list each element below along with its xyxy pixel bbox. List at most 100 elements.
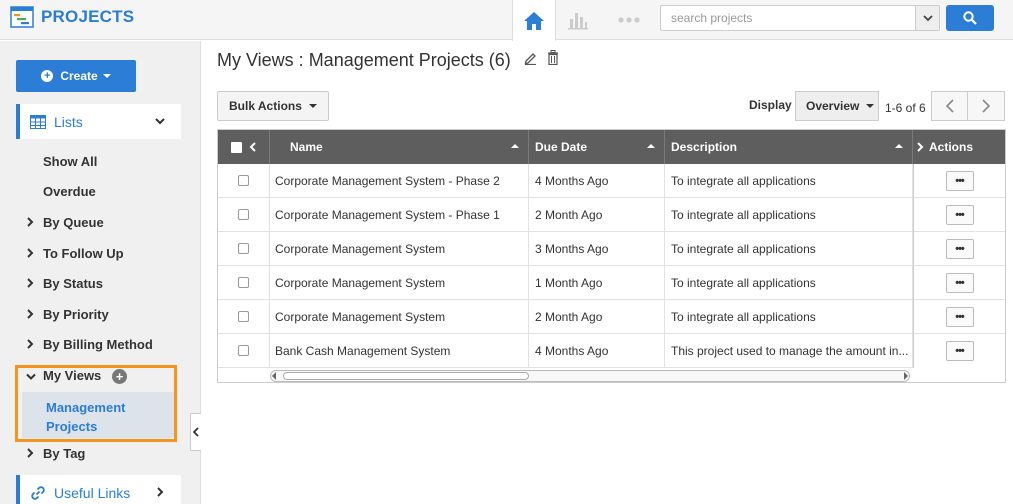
column-header-actions: Actions: [913, 130, 1005, 164]
row-actions-button[interactable]: •••: [945, 272, 974, 293]
row-checkbox[interactable]: [238, 277, 249, 288]
collapse-sidebar-button[interactable]: [190, 413, 201, 451]
chevron-down-icon: [922, 14, 933, 21]
display-mode-value: Overview: [806, 99, 860, 113]
chevron-right-icon: [27, 217, 34, 227]
sidebar-item-to-follow-up[interactable]: To Follow Up: [43, 246, 124, 261]
chevron-right-icon: [27, 339, 34, 349]
create-button[interactable]: + Create: [16, 60, 136, 92]
sort-ascending-icon: [647, 144, 655, 148]
sidebar-item-overdue[interactable]: Overdue: [43, 184, 96, 199]
sidebar-item-by-priority[interactable]: By Priority: [43, 307, 109, 322]
scrollbar-thumb[interactable]: [283, 372, 529, 380]
row-description: This project used to manage the amount i…: [665, 334, 913, 367]
sidebar-item-show-all[interactable]: Show All: [43, 154, 97, 169]
row-select-cell: [218, 232, 270, 265]
table-row[interactable]: Corporate Management System - Phase 2 4 …: [218, 164, 1005, 198]
column-header-due-date[interactable]: Due Date: [529, 130, 665, 164]
row-checkbox[interactable]: [238, 345, 249, 356]
chevron-right-icon: [27, 309, 34, 319]
table-list-icon: [30, 114, 46, 129]
brand[interactable]: PROJECTS: [10, 6, 134, 28]
lists-section-header[interactable]: Lists: [16, 104, 181, 139]
useful-links-label: Useful Links: [54, 484, 131, 501]
row-name[interactable]: Corporate Management System - Phase 2: [270, 164, 529, 197]
table-row[interactable]: Corporate Management System 2 Month Ago …: [218, 300, 1005, 334]
sidebar-item-my-views[interactable]: My Views: [43, 368, 101, 383]
bulk-actions-button[interactable]: Bulk Actions: [217, 91, 329, 121]
display-mode-dropdown[interactable]: Overview: [795, 91, 879, 121]
row-actions-button[interactable]: •••: [945, 170, 974, 191]
sort-ascending-icon: [511, 144, 519, 148]
reports-tab[interactable]: [566, 9, 590, 31]
projects-app-icon: [10, 6, 34, 28]
row-description: To integrate all applications: [665, 164, 913, 197]
row-description: To integrate all applications: [665, 266, 913, 299]
plus-icon: +: [41, 70, 54, 82]
row-due-date: 2 Month Ago: [529, 300, 665, 333]
select-all-checkbox[interactable]: [231, 141, 242, 153]
next-page-button[interactable]: [968, 91, 1005, 121]
chevron-left-icon[interactable]: [249, 142, 256, 152]
row-checkbox[interactable]: [238, 175, 249, 186]
search-filter-dropdown[interactable]: [915, 6, 939, 30]
column-header-name[interactable]: Name: [270, 130, 529, 164]
row-name[interactable]: Corporate Management System: [270, 266, 529, 299]
row-name[interactable]: Corporate Management System: [270, 300, 529, 333]
top-bar: PROJECTS: [0, 0, 1013, 41]
sidebar: + Create Lists Show All Overdue By Queue…: [0, 41, 201, 504]
row-name[interactable]: Corporate Management System: [270, 232, 529, 265]
horizontal-scrollbar[interactable]: [270, 370, 910, 382]
table-row[interactable]: Corporate Management System - Phase 1 2 …: [218, 198, 1005, 232]
row-select-cell: [218, 198, 270, 231]
row-due-date: 3 Months Ago: [529, 232, 665, 265]
row-checkbox[interactable]: [238, 209, 249, 220]
display-label: Display: [749, 98, 792, 112]
sidebar-item-by-billing-method[interactable]: By Billing Method: [43, 337, 153, 352]
row-checkbox[interactable]: [238, 243, 249, 254]
search-input[interactable]: [661, 6, 911, 30]
table-row[interactable]: Corporate Management System 3 Months Ago…: [218, 232, 1005, 266]
sidebar-item-management-projects[interactable]: Management Projects: [22, 392, 174, 438]
trash-icon[interactable]: [547, 50, 559, 65]
page-range: 1-6 of 6: [885, 101, 926, 115]
row-actions-cell: •••: [914, 300, 1005, 334]
column-header-description[interactable]: Description: [665, 130, 913, 164]
app-title: PROJECTS: [41, 7, 135, 26]
chevron-right-icon: [27, 248, 34, 258]
previous-page-button[interactable]: [931, 91, 968, 121]
chevron-right-icon: [27, 278, 34, 288]
actions-column: ••• ••• ••• ••• ••• •••: [913, 164, 1005, 368]
caret-down-icon: [308, 104, 317, 108]
row-name[interactable]: Bank Cash Management System: [270, 334, 529, 367]
sidebar-item-by-queue[interactable]: By Queue: [43, 215, 104, 230]
chevron-right-icon: [27, 448, 34, 458]
row-actions-cell: •••: [914, 266, 1005, 300]
row-actions-cell: •••: [914, 232, 1005, 266]
row-description: To integrate all applications: [665, 300, 913, 333]
table-row[interactable]: Bank Cash Management System 4 Months Ago…: [218, 334, 1005, 368]
add-view-icon[interactable]: +: [112, 369, 127, 384]
bar-chart-icon: [568, 13, 588, 30]
useful-links-section-header[interactable]: Useful Links: [16, 475, 181, 504]
row-actions-button[interactable]: •••: [945, 306, 974, 327]
table-row[interactable]: Corporate Management System 1 Month Ago …: [218, 266, 1005, 300]
projects-table: Name Due Date Description Actions Corpor…: [217, 129, 1006, 383]
page-title: My Views : Management Projects (6): [217, 50, 511, 70]
sidebar-item-by-status[interactable]: By Status: [43, 276, 103, 291]
chevron-down-icon: [155, 118, 165, 125]
search-button[interactable]: [946, 5, 994, 31]
scroll-left-icon[interactable]: [272, 372, 276, 380]
chevron-right-icon[interactable]: [917, 142, 924, 152]
sidebar-item-by-tag[interactable]: By Tag: [43, 446, 85, 461]
row-actions-button[interactable]: •••: [945, 204, 974, 225]
create-label: Create: [60, 69, 98, 83]
row-actions-button[interactable]: •••: [945, 341, 974, 361]
home-tab[interactable]: [512, 0, 556, 41]
scroll-right-icon[interactable]: [904, 372, 908, 380]
row-name[interactable]: Corporate Management System - Phase 1: [270, 198, 529, 231]
more-tab[interactable]: [616, 9, 642, 31]
pencil-icon[interactable]: [524, 51, 537, 65]
row-checkbox[interactable]: [238, 311, 249, 322]
row-actions-button[interactable]: •••: [945, 238, 974, 259]
